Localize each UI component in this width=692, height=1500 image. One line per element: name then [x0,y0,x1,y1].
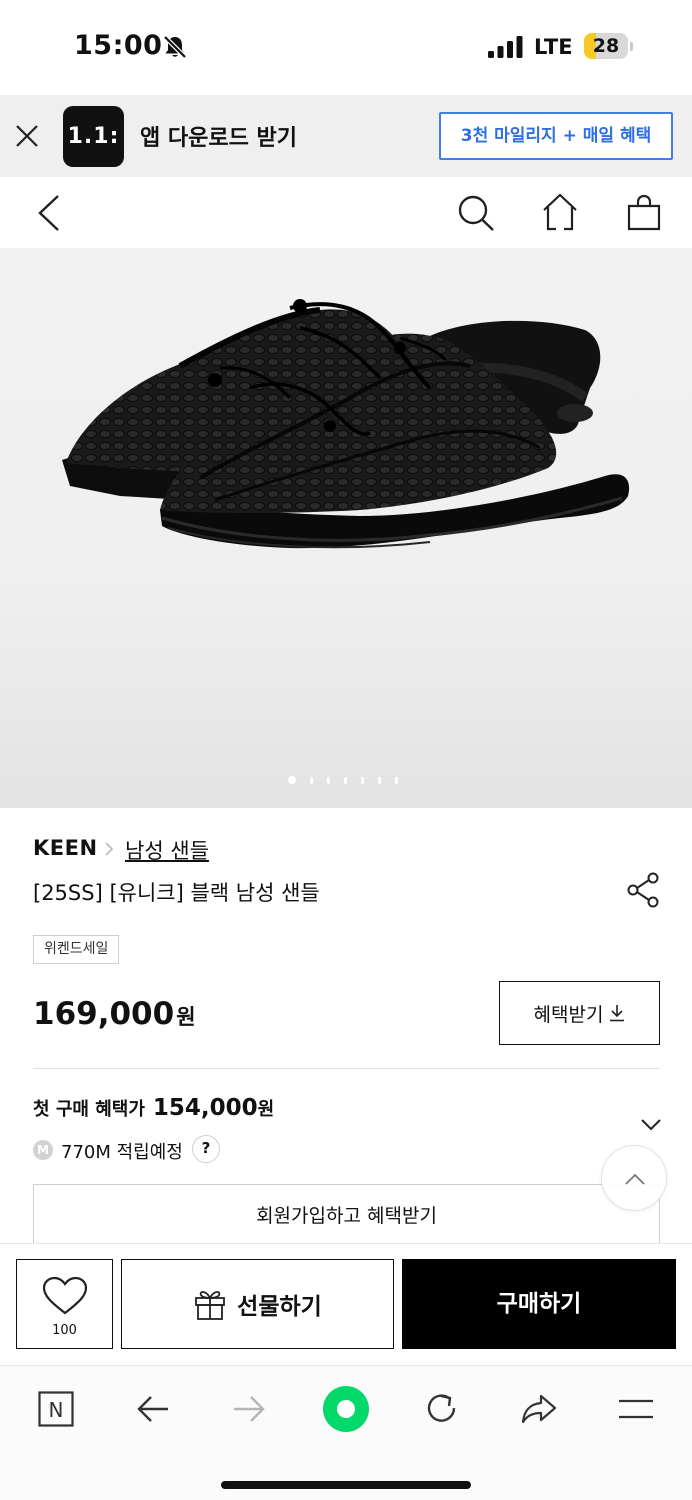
category-link[interactable]: 남성 샌들 [125,835,209,865]
chevron-up-icon [625,1173,645,1185]
carousel-dot[interactable] [288,776,296,784]
divider [33,1068,660,1069]
like-button[interactable]: 100 [16,1259,113,1349]
price-unit: 원 [176,1005,196,1029]
carousel-dot[interactable] [395,776,398,784]
download-icon [610,1005,625,1022]
carousel-dot[interactable] [344,776,347,784]
network-label: LTE [534,35,573,59]
arrow-left-icon [137,1396,168,1422]
first-purchase-label: 첫 구매 혜택가 [33,1099,145,1120]
share-arrow-icon [521,1394,557,1424]
share-icon[interactable] [625,871,661,909]
gift-button-label: 선물하기 [237,1294,322,1320]
signup-benefit-button[interactable]: 회원가입하고 혜택받기 [33,1184,660,1244]
close-icon[interactable] [14,123,40,149]
purchase-bar: 100 선물하기 구매하기 [0,1243,692,1365]
arrow-right-icon [234,1396,265,1422]
reload-icon [427,1394,456,1422]
carousel-dot[interactable] [361,776,364,784]
heart-icon [42,1276,88,1315]
green-dot-icon [323,1386,369,1432]
top-nav [0,177,692,248]
gift-icon [195,1291,226,1320]
home-icon[interactable] [542,192,578,232]
shopping-bag-icon[interactable] [626,192,662,232]
battery-level: 28 [592,35,620,57]
menu-icon [619,1399,653,1419]
bell-muted-icon [163,35,187,59]
app-download-button[interactable]: 3천 마일리지 + 매일 혜택 [439,112,673,160]
green-dot-button[interactable] [321,1384,371,1434]
banner-title: 앱 다운로드 받기 [140,126,297,151]
benefit-button-label: 혜택받기 [533,1003,604,1026]
product-name: [25SS] [유니크] 블랙 남성 샌들 [33,881,320,905]
search-icon[interactable] [456,194,496,234]
mileage-text: 770M 적립예정 [61,1142,183,1163]
reload-button[interactable] [417,1384,467,1434]
home-indicator [221,1481,471,1489]
naver-n-label: N [49,1398,64,1422]
menu-button[interactable] [611,1384,661,1434]
status-time: 15:00 [74,30,163,61]
price-value: 169,000 [33,996,175,1032]
mileage-icon: M [33,1140,53,1160]
price: 169,000 원 [33,996,196,1032]
app-download-banner: 1.1: 앱 다운로드 받기 3천 마일리지 + 매일 혜택 [0,95,692,177]
product-image[interactable] [0,248,692,808]
first-purchase-unit: 원 [257,1099,275,1120]
like-count: 100 [52,1323,77,1338]
carousel-dot[interactable] [378,776,381,784]
battery-icon: 28 [584,33,628,59]
gift-button[interactable]: 선물하기 [121,1259,394,1349]
chevron-right-icon [105,842,114,856]
brand-name[interactable]: KEEN [33,836,98,860]
share-button[interactable] [514,1384,564,1434]
app-logo: 1.1: [63,106,124,167]
signal-icon [488,36,523,58]
sale-tag: 위켄드세일 [33,935,120,964]
naver-n-icon: N [38,1391,74,1427]
browser-toolbar: N [0,1365,692,1500]
naver-home-button[interactable]: N [31,1384,81,1434]
status-bar: 15:00 LTE 28 [0,0,692,95]
help-icon[interactable]: ? [192,1135,220,1163]
first-purchase-price: 첫 구매 혜택가 154,000 원 [33,1095,274,1121]
scroll-to-top-button[interactable] [601,1145,667,1211]
carousel-dot[interactable] [310,776,313,784]
browser-forward-button[interactable] [224,1384,274,1434]
carousel-dots [288,775,398,785]
get-benefit-button[interactable]: 혜택받기 [499,981,660,1045]
battery-nub [630,42,633,51]
back-icon[interactable] [36,194,62,232]
browser-back-button[interactable] [128,1384,178,1434]
buy-button[interactable]: 구매하기 [402,1259,676,1349]
chevron-down-icon[interactable] [640,1118,662,1132]
carousel-dot[interactable] [327,776,330,784]
sandal-illustration [62,299,630,549]
first-purchase-value: 154,000 [152,1095,258,1121]
